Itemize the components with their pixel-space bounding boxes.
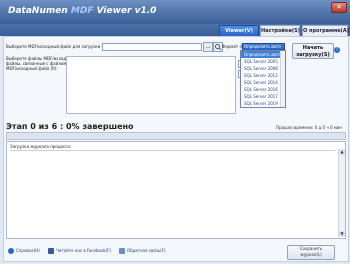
help-icon [8, 248, 14, 254]
format-dropdown[interactable]: Определить авто SQL Server 2005 SQL Serv… [240, 50, 286, 108]
format-option[interactable]: SQL Server 2016 [241, 86, 285, 93]
format-option[interactable]: SQL Server 2005 [241, 58, 285, 65]
list-label-line3: MDF/исходный файл (R): [6, 66, 58, 71]
browse-button[interactable]: ... [203, 42, 213, 52]
log-divider [10, 150, 336, 151]
help-icon[interactable]: ? [334, 47, 340, 53]
format-option[interactable]: SQL Server 2014 [241, 79, 285, 86]
file-label: Выберите MDF/исходный файл для загрузки … [6, 44, 110, 49]
magnifier-icon [215, 44, 222, 51]
close-button[interactable]: ✕ [331, 2, 347, 13]
log-title: Загрузка журнала процесса: [10, 144, 72, 149]
save-log-button[interactable]: Сохранить журнал(L) [287, 245, 335, 260]
stage-status: Этап 0 из 6 : 0% завершено [6, 122, 134, 131]
dropdown-scrollbar[interactable] [280, 51, 285, 107]
title-bar: DataNumen MDF Viewer v1.0 ✕ [0, 0, 350, 24]
help-link[interactable]: Справка(H) [8, 248, 40, 254]
app-title: DataNumen MDF Viewer v1.0 [8, 6, 157, 16]
format-option[interactable]: SQL Server 2017 [241, 93, 285, 100]
start-load-button[interactable]: Начать загрузку(S) [292, 43, 334, 59]
feedback-link[interactable]: Обратная связь(F) [119, 248, 166, 254]
scroll-up-icon[interactable]: ▲ [339, 149, 345, 155]
tab-bar: Viewer(V) Настройки(S) О программе(A) [0, 24, 350, 37]
format-option[interactable]: SQL Server 2019 [241, 100, 285, 107]
elapsed-time: Прошло времени: 0 д 0 ч 0 мин [276, 125, 342, 130]
format-option[interactable]: SQL Server 2012 [241, 72, 285, 79]
log-scrollbar[interactable]: ▲ ▼ [338, 149, 345, 237]
related-files-list[interactable] [66, 56, 236, 114]
log-panel: Загрузка журнала процесса: ▲ ▼ [6, 141, 346, 239]
envelope-icon [119, 248, 125, 254]
format-option[interactable]: Определить авто [241, 51, 285, 58]
file-path-input[interactable] [102, 43, 202, 51]
progress-bar [6, 132, 346, 140]
format-option[interactable]: SQL Server 2008 [241, 65, 285, 72]
scroll-down-icon[interactable]: ▼ [339, 231, 345, 237]
thumbs-up-icon [48, 248, 54, 254]
facebook-link[interactable]: Читайте нас в Facebook(F) [48, 248, 111, 254]
